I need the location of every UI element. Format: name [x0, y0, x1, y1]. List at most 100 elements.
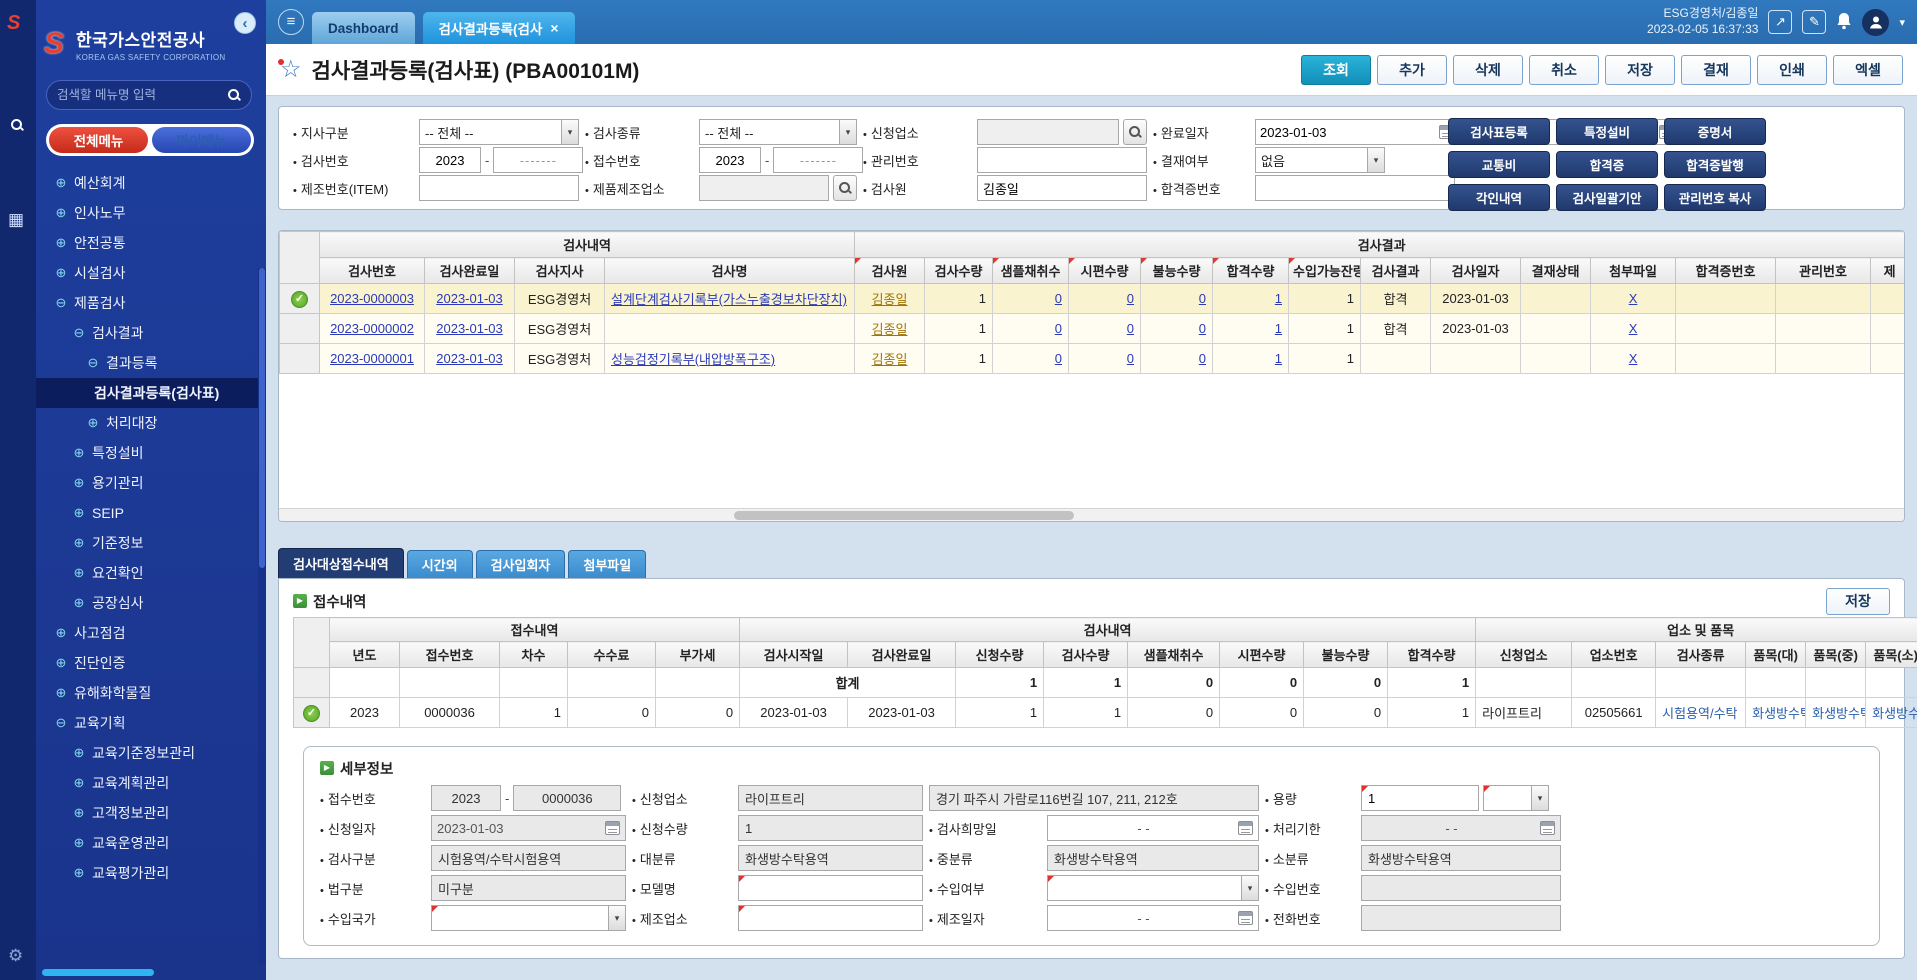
- transport-fee-button[interactable]: 교통비: [1448, 151, 1550, 178]
- nav-item[interactable]: 교육계획관리: [36, 768, 266, 798]
- inspection-no-link[interactable]: 2023-0000001: [330, 351, 414, 366]
- rail-search-icon[interactable]: [10, 118, 24, 135]
- complete-date-link[interactable]: 2023-01-03: [436, 321, 503, 336]
- import-country-select[interactable]: [431, 905, 626, 931]
- applicant-search-button[interactable]: [1123, 119, 1147, 145]
- engrave-list-button[interactable]: 각인내역: [1448, 184, 1550, 211]
- calendar-icon[interactable]: [1238, 911, 1253, 925]
- nav-item[interactable]: 인사노무: [36, 198, 266, 228]
- calendar-icon[interactable]: [605, 821, 620, 835]
- nav-item[interactable]: 제품검사: [36, 288, 266, 318]
- calendar-icon[interactable]: [1540, 821, 1555, 835]
- nav-item[interactable]: 공장심사: [36, 588, 266, 618]
- nav-item[interactable]: 용기관리: [36, 468, 266, 498]
- tab-witness[interactable]: 검사입회자: [476, 550, 566, 578]
- tab-dashboard[interactable]: Dashboard: [312, 12, 415, 44]
- inspector-link[interactable]: 김종일: [872, 322, 908, 337]
- maker-search-button[interactable]: [833, 175, 857, 201]
- nav-item[interactable]: 교육운영관리: [36, 828, 266, 858]
- copy-mgmt-no-button[interactable]: 관리번호 복사: [1664, 184, 1766, 211]
- tab-overtime[interactable]: 시간외: [407, 550, 473, 578]
- bell-icon[interactable]: [1836, 12, 1852, 33]
- menu-search-icon[interactable]: [227, 88, 241, 102]
- nav-item[interactable]: 처리대장: [36, 408, 266, 438]
- attachment-link[interactable]: X: [1629, 321, 1638, 336]
- my-menu-button[interactable]: 마이메뉴: [152, 127, 251, 153]
- nav-item[interactable]: 결과등록: [36, 348, 266, 378]
- applicant-input[interactable]: [977, 119, 1119, 145]
- complete-date-link[interactable]: 2023-01-03: [436, 291, 503, 306]
- close-icon[interactable]: [550, 21, 558, 35]
- nav-item[interactable]: 안전공통: [36, 228, 266, 258]
- all-menu-button[interactable]: 전체메뉴: [49, 127, 148, 153]
- rail-apps-icon[interactable]: [8, 210, 24, 230]
- manufacturer-input[interactable]: [738, 905, 923, 931]
- nav-item[interactable]: 기준정보: [36, 528, 266, 558]
- grid-row[interactable]: 2023-0000003 2023-01-03 ESG경영처 설계단계검사기록부…: [280, 284, 1905, 314]
- branch-select[interactable]: -- 전체 --: [419, 119, 579, 145]
- cert-no-input[interactable]: [1255, 175, 1455, 201]
- batch-draft-button[interactable]: 검사일괄기안: [1556, 184, 1658, 211]
- nav-item[interactable]: 교육기획: [36, 708, 266, 738]
- favorite-star-icon[interactable]: [280, 55, 302, 84]
- approve-button[interactable]: 결재: [1681, 55, 1751, 85]
- tab-receipt-detail[interactable]: 검사대상접수내역: [278, 548, 404, 578]
- excel-button[interactable]: 엑셀: [1833, 55, 1903, 85]
- approval-select[interactable]: 없음: [1255, 147, 1385, 173]
- maker-input[interactable]: [699, 175, 829, 201]
- save-button[interactable]: 저장: [1605, 55, 1675, 85]
- receipt-save-button[interactable]: 저장: [1826, 588, 1890, 615]
- sidebar-horizontal-scrollbar[interactable]: [42, 969, 154, 976]
- nav-item[interactable]: 고객정보관리: [36, 798, 266, 828]
- menu-search-input[interactable]: [57, 88, 221, 102]
- nav-item[interactable]: SEIP: [36, 498, 266, 528]
- search-button[interactable]: 조회: [1301, 55, 1371, 85]
- edit-icon[interactable]: [1802, 10, 1826, 34]
- scrollbar-thumb[interactable]: [259, 268, 265, 568]
- nav-item[interactable]: 특정설비: [36, 438, 266, 468]
- inspector-link[interactable]: 김종일: [872, 292, 908, 307]
- nav-item[interactable]: 예산회계: [36, 168, 266, 198]
- mgmt-no-input[interactable]: [977, 147, 1147, 173]
- mfr-date-field[interactable]: - -: [1047, 905, 1259, 931]
- nav-item-selected[interactable]: 검사결과등록(검사표): [36, 378, 266, 408]
- nav-item[interactable]: 교육기준정보관리: [36, 738, 266, 768]
- attachment-link[interactable]: X: [1629, 351, 1638, 366]
- avatar[interactable]: [1862, 9, 1889, 36]
- add-button[interactable]: 추가: [1377, 55, 1447, 85]
- grid-row[interactable]: 2023 0000036 1 0 0 2023-01-03 2023-01-03…: [294, 698, 1917, 728]
- chevron-down-icon[interactable]: [1899, 16, 1905, 29]
- horizontal-scrollbar[interactable]: [279, 508, 1904, 521]
- settings-gear-icon[interactable]: [8, 946, 23, 966]
- hamburger-menu-icon[interactable]: [278, 9, 304, 35]
- pass-cert-button[interactable]: 합격증: [1556, 151, 1658, 178]
- item-no-input[interactable]: [419, 175, 579, 201]
- nav-item[interactable]: 사고점검: [36, 618, 266, 648]
- grid-row[interactable]: 2023-0000002 2023-01-03 ESG경영처 김종일 1 0 0…: [280, 314, 1905, 344]
- inspector-input[interactable]: [977, 175, 1147, 201]
- open-window-icon[interactable]: [1768, 10, 1792, 34]
- scrollbar-thumb[interactable]: [734, 511, 1074, 520]
- inspection-no-link[interactable]: 2023-0000002: [330, 321, 414, 336]
- special-equipment-button[interactable]: 특정설비: [1556, 118, 1658, 145]
- receipt-no-input[interactable]: [773, 147, 863, 173]
- receipt-no-year-input[interactable]: [699, 147, 761, 173]
- inspection-type-select[interactable]: -- 전체 --: [699, 119, 857, 145]
- complete-date-link[interactable]: 2023-01-03: [436, 351, 503, 366]
- inspection-name-link[interactable]: 성능검정기록부(내압방폭구조): [611, 352, 775, 367]
- nav-item[interactable]: 유해화학물질: [36, 678, 266, 708]
- nav-item[interactable]: 요건확인: [36, 558, 266, 588]
- nav-item[interactable]: 시설검사: [36, 258, 266, 288]
- capacity-input[interactable]: [1361, 785, 1479, 811]
- attachment-link[interactable]: X: [1629, 291, 1638, 306]
- model-input[interactable]: [738, 875, 923, 901]
- inspection-no-input[interactable]: [493, 147, 583, 173]
- tab-attachments[interactable]: 첨부파일: [568, 550, 646, 578]
- tab-inspection-result[interactable]: 검사결과등록(검사: [423, 12, 575, 44]
- capacity-unit-select[interactable]: [1483, 785, 1549, 811]
- delete-button[interactable]: 삭제: [1453, 55, 1523, 85]
- print-button[interactable]: 인쇄: [1757, 55, 1827, 85]
- hope-date-field[interactable]: - -: [1047, 815, 1259, 841]
- complete-date-from[interactable]: [1255, 119, 1459, 145]
- collapse-sidebar-button[interactable]: [234, 12, 256, 34]
